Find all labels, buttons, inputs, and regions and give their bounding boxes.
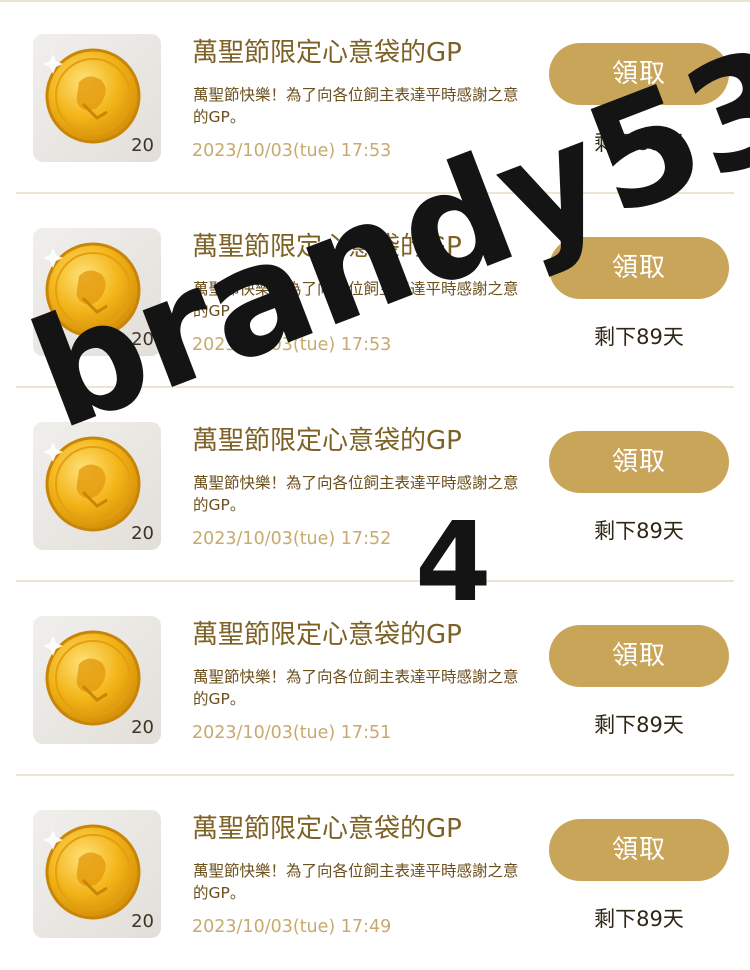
claim-button[interactable]: 領取 (549, 431, 729, 493)
claim-button[interactable]: 領取 (549, 819, 729, 881)
gift-title: 萬聖節限定心意袋的GP (192, 426, 462, 456)
gift-date: 2023/10/03(tue) 17:53 (192, 335, 392, 355)
claim-button[interactable]: 領取 (549, 625, 729, 687)
gift-item: 20 萬聖節限定心意袋的GP 萬聖節快樂！為了向各位飼主表達平時感謝之意的GP。… (0, 776, 750, 970)
gift-thumbnail: 20 (33, 616, 161, 744)
gift-date: 2023/10/03(tue) 17:53 (192, 141, 392, 161)
gift-thumbnail: 20 (33, 34, 161, 162)
gift-item: 20 萬聖節限定心意袋的GP 萬聖節快樂！為了向各位飼主表達平時感謝之意的GP。… (0, 194, 750, 388)
gift-thumbnail: 20 (33, 810, 161, 938)
gift-quantity: 20 (131, 329, 154, 350)
days-left-label: 剩下89天 (594, 131, 684, 155)
claim-button[interactable]: 領取 (549, 43, 729, 105)
gift-title: 萬聖節限定心意袋的GP (192, 814, 462, 844)
gift-list: 20 萬聖節限定心意袋的GP 萬聖節快樂！為了向各位飼主表達平時感謝之意的GP。… (0, 0, 750, 970)
gift-thumbnail: 20 (33, 422, 161, 550)
gift-title: 萬聖節限定心意袋的GP (192, 620, 462, 650)
claim-button[interactable]: 領取 (549, 237, 729, 299)
gift-item: 20 萬聖節限定心意袋的GP 萬聖節快樂！為了向各位飼主表達平時感謝之意的GP。… (0, 582, 750, 776)
gift-description: 萬聖節快樂！為了向各位飼主表達平時感謝之意的GP。 (193, 668, 519, 708)
gift-description: 萬聖節快樂！為了向各位飼主表達平時感謝之意的GP。 (193, 280, 519, 320)
days-left-label: 剩下89天 (594, 325, 684, 349)
gift-thumbnail: 20 (33, 228, 161, 356)
gift-quantity: 20 (131, 717, 154, 738)
gift-item: 20 萬聖節限定心意袋的GP 萬聖節快樂！為了向各位飼主表達平時感謝之意的GP。… (0, 0, 750, 194)
gift-quantity: 20 (131, 523, 154, 544)
gift-description: 萬聖節快樂！為了向各位飼主表達平時感謝之意的GP。 (193, 474, 519, 514)
gift-item: 20 萬聖節限定心意袋的GP 萬聖節快樂！為了向各位飼主表達平時感謝之意的GP。… (0, 388, 750, 582)
gift-title: 萬聖節限定心意袋的GP (192, 38, 462, 68)
gift-date: 2023/10/03(tue) 17:49 (192, 917, 392, 937)
gift-quantity: 20 (131, 911, 154, 932)
gift-description: 萬聖節快樂！為了向各位飼主表達平時感謝之意的GP。 (193, 86, 519, 126)
days-left-label: 剩下89天 (594, 713, 684, 737)
gift-title: 萬聖節限定心意袋的GP (192, 232, 462, 262)
days-left-label: 剩下89天 (594, 519, 684, 543)
gift-description: 萬聖節快樂！為了向各位飼主表達平時感謝之意的GP。 (193, 862, 519, 902)
gift-quantity: 20 (131, 135, 154, 156)
gift-date: 2023/10/03(tue) 17:52 (192, 529, 392, 549)
gift-date: 2023/10/03(tue) 17:51 (192, 723, 392, 743)
days-left-label: 剩下89天 (594, 907, 684, 931)
